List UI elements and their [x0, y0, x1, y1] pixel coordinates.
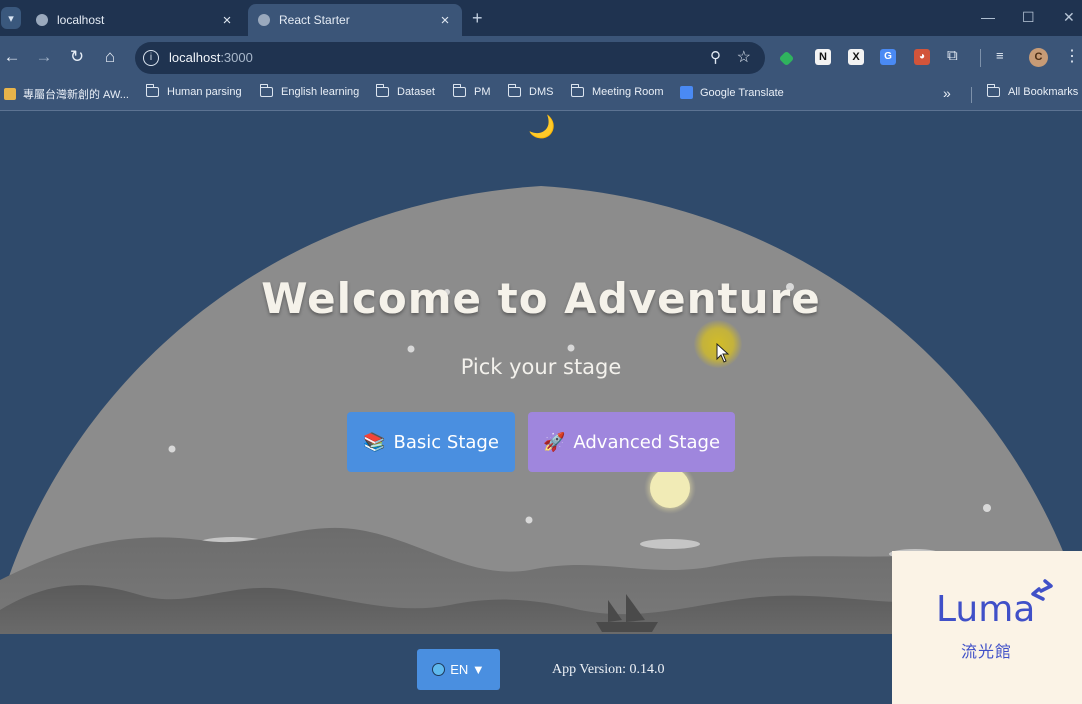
bookmark-pm[interactable]: PM [452, 84, 491, 98]
tab-title: localhost [57, 13, 105, 27]
page-subtitle: Pick your stage [460, 355, 622, 379]
bookmark-google-translate[interactable]: Google Translate [680, 86, 784, 99]
language-select-button[interactable]: EN ▼ [417, 649, 500, 690]
mouse-cursor-icon [716, 343, 730, 363]
advanced-stage-label: Advanced Stage [573, 431, 721, 453]
language-label: EN ▼ [450, 662, 485, 677]
bookmark-star-icon[interactable]: ☆ [737, 47, 751, 67]
all-bookmarks[interactable]: All Bookmarks [986, 84, 1078, 98]
puzzle-icon[interactable]: ⧉ [947, 47, 963, 64]
luma-watermark: Luma 流光館 [892, 551, 1082, 704]
star [407, 345, 415, 353]
notion-icon[interactable]: N [815, 49, 831, 65]
tab-search-button[interactable]: ▾ [1, 7, 21, 29]
star [983, 504, 991, 512]
globe-favicon-icon [258, 14, 270, 26]
bookmarks-divider [971, 87, 972, 103]
maximize-icon[interactable]: ☐ [1022, 9, 1035, 26]
green-extension-icon[interactable] [778, 50, 795, 67]
site-info-icon[interactable]: i [143, 50, 159, 66]
app-version: App Version: 0.14.0 [552, 662, 665, 677]
bookmarks-bar: 專屬台灣新創的 AW... Human parsing English lear… [0, 80, 1082, 110]
watermark-subtitle: 流光館 [961, 644, 1013, 661]
bookmark-meeting-room[interactable]: Meeting Room [570, 84, 664, 98]
translate-icon[interactable]: G [880, 49, 896, 65]
bookmark-aws[interactable]: 專屬台灣新創的 AW... [4, 86, 129, 102]
bookmarks-overflow-icon[interactable]: » [943, 85, 951, 101]
books-icon: 📚 [363, 431, 386, 453]
address-bar[interactable]: i localhost:3000 ⚲ ☆ [135, 42, 765, 74]
star [168, 445, 176, 453]
url-text[interactable]: localhost:3000 [169, 50, 253, 65]
page-title: Welcome to Adventure [261, 274, 821, 323]
folder-icon [375, 84, 389, 97]
browser-toolbar: ← → ↻ ⌂ i localhost:3000 ⚲ ☆ N X G ◕ ⧉ ≡… [0, 36, 1082, 80]
google-translate-icon [680, 86, 693, 99]
new-tab-button[interactable]: + [472, 8, 483, 29]
folder-icon [259, 84, 273, 97]
advanced-stage-button[interactable]: 🚀 Advanced Stage [528, 412, 735, 472]
watermark-brand: Luma [936, 589, 1036, 630]
bookmark-dms[interactable]: DMS [507, 84, 553, 98]
folder-icon [145, 84, 159, 97]
star [567, 344, 575, 352]
home-icon[interactable]: ⌂ [99, 47, 121, 67]
tab-react-starter[interactable]: React Starter × [248, 4, 462, 36]
globe-favicon-icon [36, 14, 48, 26]
cloud [640, 539, 700, 549]
close-window-icon[interactable]: ✕ [1063, 9, 1075, 26]
tab-title: React Starter [279, 13, 350, 27]
folder-icon [570, 84, 584, 97]
box-icon [4, 88, 16, 100]
basic-stage-label: Basic Stage [393, 431, 499, 453]
basic-stage-button[interactable]: 📚 Basic Stage [347, 412, 515, 472]
star [525, 516, 533, 524]
forward-icon[interactable]: → [33, 47, 55, 67]
minimize-icon[interactable]: — [981, 9, 995, 25]
tab-strip: ▾ localhost × React Starter × + — ☐ ✕ [0, 0, 1082, 36]
globe-icon [432, 663, 446, 676]
toolbar-divider [980, 49, 981, 67]
x-icon[interactable]: X [848, 49, 864, 65]
folder-icon [986, 84, 1000, 97]
close-tab-icon[interactable]: × [220, 12, 234, 29]
media-icon[interactable]: ≡ [996, 48, 1012, 64]
tab-localhost[interactable]: localhost × [26, 4, 244, 36]
avatar[interactable]: C [1029, 48, 1048, 67]
red-panda-icon[interactable]: ◕ [914, 49, 930, 65]
close-tab-icon[interactable]: × [438, 12, 452, 29]
moon-icon: 🌙 [528, 114, 556, 139]
bookmark-dataset[interactable]: Dataset [375, 84, 435, 98]
zoom-icon[interactable]: ⚲ [710, 48, 721, 66]
bookmark-english-learning[interactable]: English learning [259, 84, 359, 98]
back-icon[interactable]: ← [1, 47, 23, 67]
menu-dots-icon[interactable]: ⋮ [1064, 46, 1080, 66]
folder-icon [507, 84, 521, 97]
bookmark-human-parsing[interactable]: Human parsing [145, 84, 242, 98]
reload-icon[interactable]: ↻ [66, 47, 88, 67]
rocket-icon: 🚀 [542, 431, 566, 453]
folder-icon [452, 84, 466, 97]
